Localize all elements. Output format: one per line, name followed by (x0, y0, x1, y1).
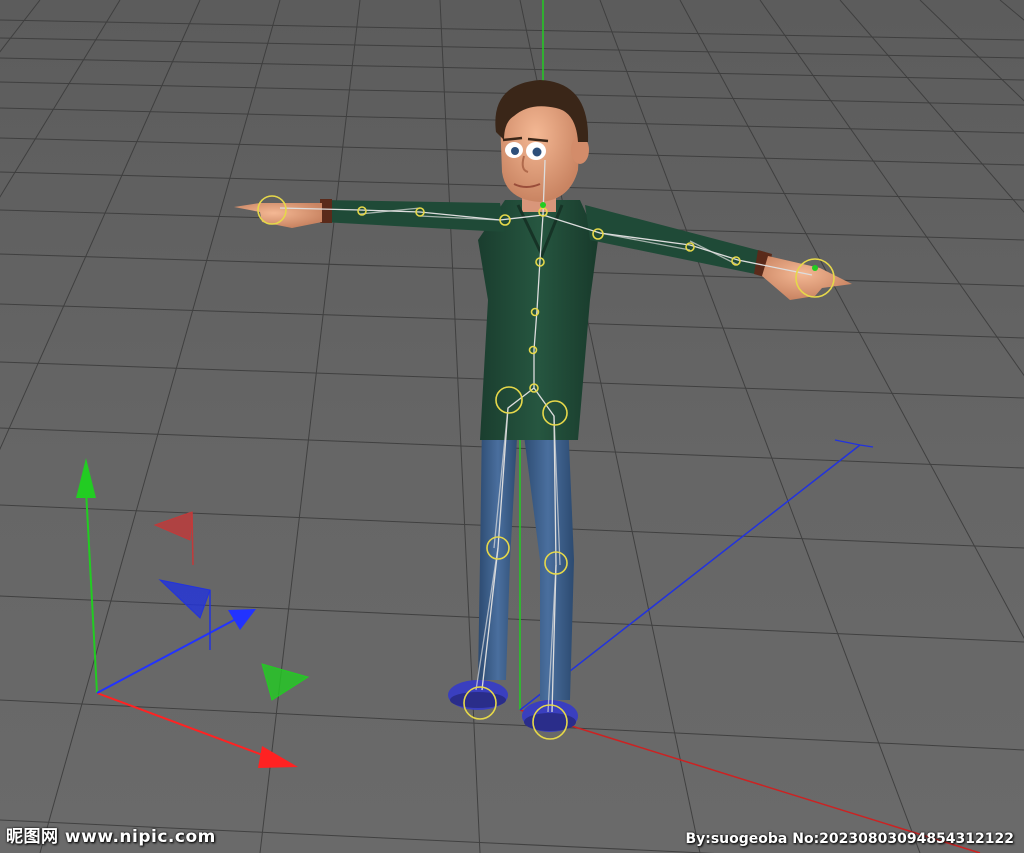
z-axis-arrow-icon (228, 609, 256, 630)
character-model[interactable] (234, 80, 852, 732)
site-watermark: 昵图网 www.nipic.com (6, 827, 216, 847)
x-axis-arrow-icon (258, 746, 298, 768)
viewport-scene[interactable] (0, 0, 1024, 853)
world-axis-lines (519, 0, 981, 853)
xy-plane-flag-icon (153, 511, 193, 541)
3d-viewport[interactable]: 昵图网 www.nipic.com By:suogeoba No:2023080… (0, 0, 1024, 853)
left-hand (234, 203, 322, 228)
author-watermark: By:suogeoba No:20230803094854312122 (685, 831, 1014, 847)
zy-plane-flag-icon (158, 579, 211, 619)
axis-gizmo[interactable] (76, 458, 310, 768)
left-arm-sleeve (322, 200, 505, 232)
y-axis-arrow-icon (76, 458, 96, 498)
xz-plane-flag-icon (261, 663, 310, 701)
